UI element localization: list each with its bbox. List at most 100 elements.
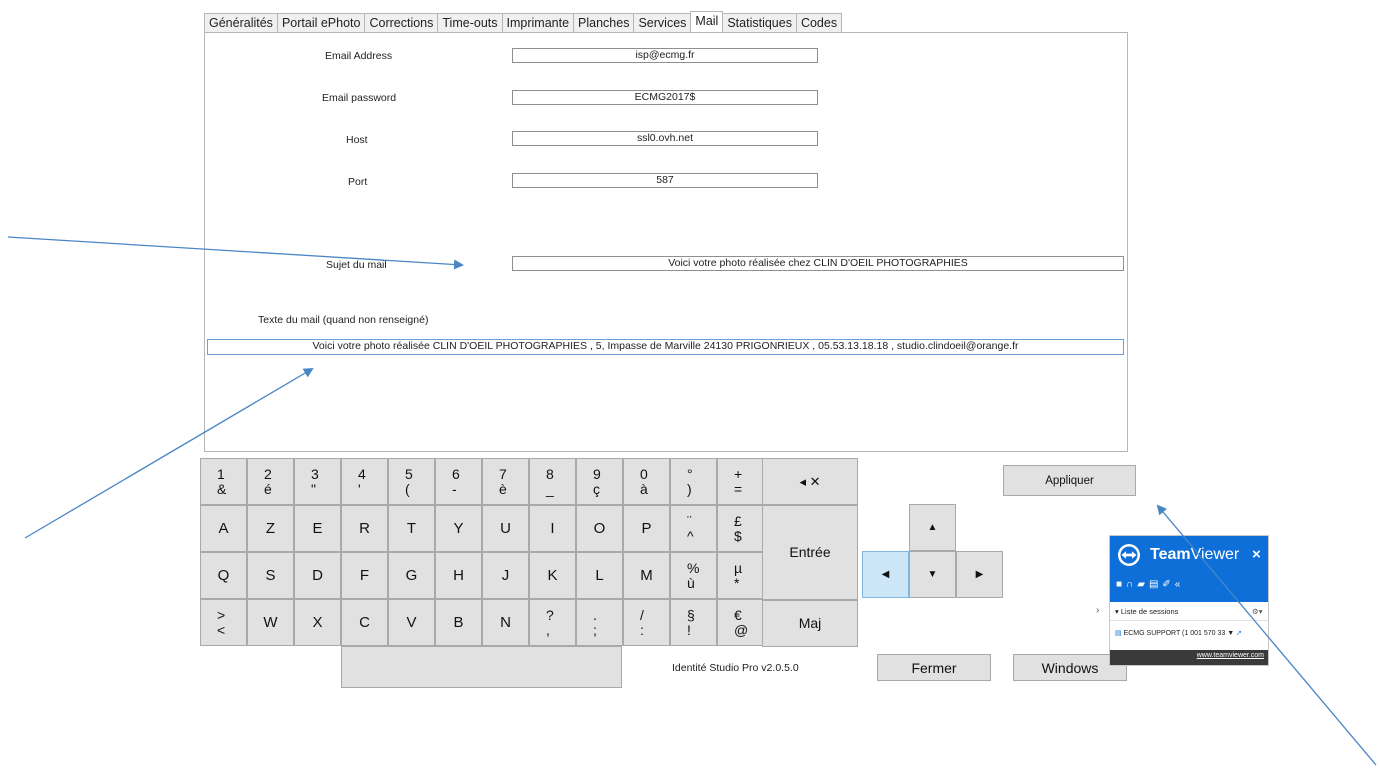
divider <box>1110 620 1268 621</box>
key-row1-2[interactable]: 3 " <box>294 458 341 505</box>
tab-8[interactable]: Statistiques <box>722 13 797 32</box>
key-row2-11[interactable]: £ $ <box>717 505 764 552</box>
key-lower-char: ( <box>405 480 410 497</box>
email-address-field[interactable]: isp@ecmg.fr <box>512 48 818 63</box>
enter-key-label: Entrée <box>789 544 831 560</box>
host-field[interactable]: ssl0.ovh.net <box>512 131 818 146</box>
session-dropdown-icon[interactable]: ▼ <box>1227 630 1234 637</box>
key-row2-0[interactable]: A <box>200 505 247 552</box>
teamviewer-close-icon[interactable]: × <box>1252 546 1261 563</box>
tab-7[interactable]: Mail <box>690 11 724 32</box>
tab-1[interactable]: Portail ePhoto <box>276 13 366 32</box>
key-lower-char: _ <box>546 480 554 497</box>
arrow-right-key[interactable]: ▶ <box>956 551 1003 598</box>
teamviewer-link[interactable]: www.teamviewer.com <box>1197 652 1264 659</box>
key-row4-7[interactable]: ?, <box>529 599 576 646</box>
key-row4-1[interactable]: W <box>247 599 294 646</box>
key-row2-7[interactable]: I <box>529 505 576 552</box>
key-row1-0[interactable]: 1 & <box>200 458 247 505</box>
arrow-up-key[interactable]: ▲ <box>909 504 956 551</box>
key-row3-3[interactable]: F <box>341 552 388 599</box>
body-field[interactable]: Voici votre photo réalisée CLIN D'OEIL P… <box>207 339 1124 355</box>
chat-icon[interactable]: ▰ <box>1137 579 1149 590</box>
key-row4-8[interactable]: .; <box>576 599 623 646</box>
session-item[interactable]: ▤ ECMG SUPPORT (1 001 570 33 ▼ ➚ <box>1115 629 1242 637</box>
key-row3-4[interactable]: G <box>388 552 435 599</box>
key-row3-11[interactable]: µ * <box>717 552 764 599</box>
key-row4-4[interactable]: V <box>388 599 435 646</box>
key-row4-0[interactable]: > < <box>200 599 247 646</box>
files-icon[interactable]: ▤ <box>1149 579 1162 590</box>
settings-icon[interactable]: ⚙▾ <box>1252 607 1263 616</box>
key-row2-10[interactable]: ¨ ^ <box>670 505 717 552</box>
key-row3-2[interactable]: D <box>294 552 341 599</box>
shift-key[interactable]: Maj <box>762 600 858 647</box>
key-char: L <box>595 567 604 584</box>
email-password-field[interactable]: ECMG2017$ <box>512 90 818 105</box>
key-row3-6[interactable]: J <box>482 552 529 599</box>
key-row3-7[interactable]: K <box>529 552 576 599</box>
key-lower-char: " <box>311 480 316 497</box>
space-key[interactable] <box>341 646 622 688</box>
tab-5[interactable]: Planches <box>573 13 635 32</box>
tab-2[interactable]: Corrections <box>364 13 439 32</box>
key-lower-char: ; <box>593 621 597 638</box>
key-row2-5[interactable]: Y <box>435 505 482 552</box>
port-field[interactable]: 587 <box>512 173 818 188</box>
key-row3-0[interactable]: Q <box>200 552 247 599</box>
video-icon[interactable]: ■ <box>1116 579 1126 590</box>
key-upper-char: 3 <box>311 465 319 482</box>
key-row3-1[interactable]: S <box>247 552 294 599</box>
key-row2-8[interactable]: O <box>576 505 623 552</box>
headset-icon[interactable]: ∩ <box>1126 579 1137 590</box>
tab-4[interactable]: Imprimante <box>501 13 575 32</box>
key-upper-char: £ <box>734 512 742 529</box>
key-row1-11[interactable]: + = <box>717 458 764 505</box>
tab-0[interactable]: Généralités <box>204 13 278 32</box>
key-row4-6[interactable]: N <box>482 599 529 646</box>
key-lower-char: * <box>734 574 740 591</box>
apply-button[interactable]: Appliquer <box>1003 465 1136 496</box>
key-row1-10[interactable]: °) <box>670 458 717 505</box>
key-row3-8[interactable]: L <box>576 552 623 599</box>
subject-field[interactable]: Voici votre photo réalisée chez CLIN D'O… <box>512 256 1124 271</box>
key-row2-4[interactable]: T <box>388 505 435 552</box>
close-button[interactable]: Fermer <box>877 654 991 681</box>
key-row4-10[interactable]: §! <box>670 599 717 646</box>
key-row2-3[interactable]: R <box>341 505 388 552</box>
key-row2-1[interactable]: Z <box>247 505 294 552</box>
key-row1-7[interactable]: 8 _ <box>529 458 576 505</box>
key-row1-9[interactable]: 0à <box>623 458 670 505</box>
key-row3-5[interactable]: H <box>435 552 482 599</box>
collapse-icon[interactable]: « <box>1175 579 1185 590</box>
key-row1-5[interactable]: 6- <box>435 458 482 505</box>
key-row2-6[interactable]: U <box>482 505 529 552</box>
enter-key[interactable]: Entrée <box>762 505 858 600</box>
key-row1-4[interactable]: 5( <box>388 458 435 505</box>
teamviewer-logo-icon <box>1118 544 1140 566</box>
key-row4-5[interactable]: B <box>435 599 482 646</box>
key-row4-2[interactable]: X <box>294 599 341 646</box>
key-row4-11[interactable]: € @ <box>717 599 764 646</box>
key-row1-8[interactable]: 9ç <box>576 458 623 505</box>
key-row1-3[interactable]: 4 ' <box>341 458 388 505</box>
key-lower-char: = <box>734 480 743 497</box>
key-row3-10[interactable]: % ù <box>670 552 717 599</box>
key-row2-9[interactable]: P <box>623 505 670 552</box>
key-row1-1[interactable]: 2é <box>247 458 294 505</box>
tab-3[interactable]: Time-outs <box>437 13 503 32</box>
arrow-down-key[interactable]: ▼ <box>909 551 956 598</box>
tab-6[interactable]: Services <box>633 13 692 32</box>
arrow-left-key[interactable]: ◀ <box>862 551 909 598</box>
expand-icon[interactable]: › <box>1096 605 1099 616</box>
key-row4-9[interactable]: /: <box>623 599 670 646</box>
key-row3-9[interactable]: M <box>623 552 670 599</box>
tab-9[interactable]: Codes <box>795 13 843 32</box>
key-char: K <box>547 567 558 584</box>
key-row2-2[interactable]: E <box>294 505 341 552</box>
backspace-key[interactable]: ◂ ✕ <box>762 458 858 505</box>
whiteboard-icon[interactable]: ✐ <box>1162 579 1174 590</box>
arrow-right-icon: ▶ <box>975 569 984 580</box>
key-row1-6[interactable]: 7è <box>482 458 529 505</box>
key-row4-3[interactable]: C <box>341 599 388 646</box>
